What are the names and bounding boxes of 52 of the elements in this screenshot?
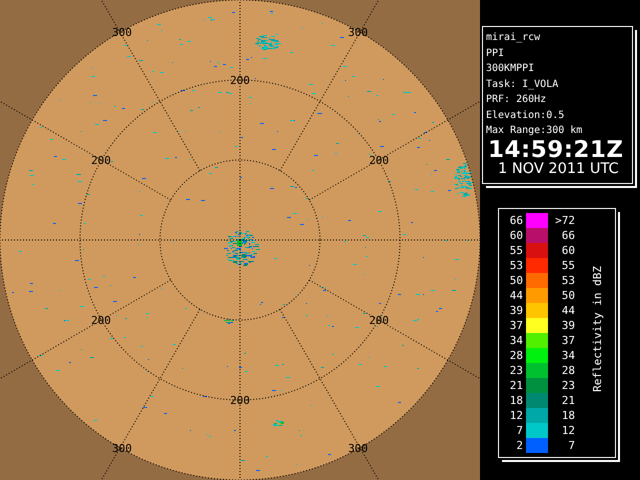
legend-value: 23 <box>560 378 575 393</box>
info-text: mirai_rcw <box>486 31 542 45</box>
legend-value: 18 <box>508 393 523 408</box>
info-text: PRF: 260Hz <box>486 93 548 107</box>
legend-value: 53 <box>560 273 575 288</box>
range-label: 300 <box>348 26 368 39</box>
legend-value: 7 <box>567 438 575 453</box>
legend-value: 23 <box>508 363 523 378</box>
range-label: 200 <box>230 394 250 407</box>
range-label: 300 <box>112 442 132 455</box>
legend-value: 39 <box>508 303 523 318</box>
legend-value: 2 <box>515 438 523 453</box>
legend-value: 44 <box>560 303 575 318</box>
range-label: 200 <box>369 314 389 327</box>
legend-value: 12 <box>508 408 523 423</box>
range-label: 200 <box>91 154 111 167</box>
range-label: 300 <box>348 442 368 455</box>
legend-value: 55 <box>508 243 523 258</box>
legend-value: 18 <box>560 408 575 423</box>
legend-value: 66 <box>508 213 523 228</box>
range-label: 200 <box>230 74 250 87</box>
legend-value: 34 <box>508 333 523 348</box>
legend-value: 66 <box>560 228 575 243</box>
legend-value: 37 <box>508 318 523 333</box>
legend-value: 37 <box>560 333 575 348</box>
legend-value: 7 <box>515 423 523 438</box>
legend-value: 39 <box>560 318 575 333</box>
legend-value: 21 <box>560 393 575 408</box>
legend-value: 60 <box>508 228 523 243</box>
info-text: Elevation:0.5 <box>486 108 566 122</box>
legend-title: Reflectivity in dBZ <box>591 266 604 392</box>
info-text: 300KMPPI <box>486 62 536 76</box>
legend-value: 21 <box>508 378 523 393</box>
legend-value: 50 <box>508 273 523 288</box>
date-text: 1 NOV 2011 UTC <box>498 160 620 176</box>
legend-value: 34 <box>560 348 575 363</box>
legend-value: 12 <box>560 423 575 438</box>
legend-value: 55 <box>560 258 575 273</box>
legend-value: 60 <box>560 243 575 258</box>
legend-value: >72 <box>554 213 575 228</box>
info-text: Task: I_VOLA <box>486 78 560 92</box>
legend-value: 53 <box>508 258 523 273</box>
legend-value: 44 <box>508 288 523 303</box>
range-label: 200 <box>369 154 389 167</box>
legend-value: 50 <box>560 288 575 303</box>
time-text: 14:59:21Z <box>488 138 625 160</box>
legend-value: 28 <box>560 363 575 378</box>
range-label: 300 <box>112 26 132 39</box>
info-text: Max Range:300 km <box>486 124 584 138</box>
legend-value: 28 <box>508 348 523 363</box>
range-label: 200 <box>91 314 111 327</box>
info-text: PPI <box>486 46 506 60</box>
